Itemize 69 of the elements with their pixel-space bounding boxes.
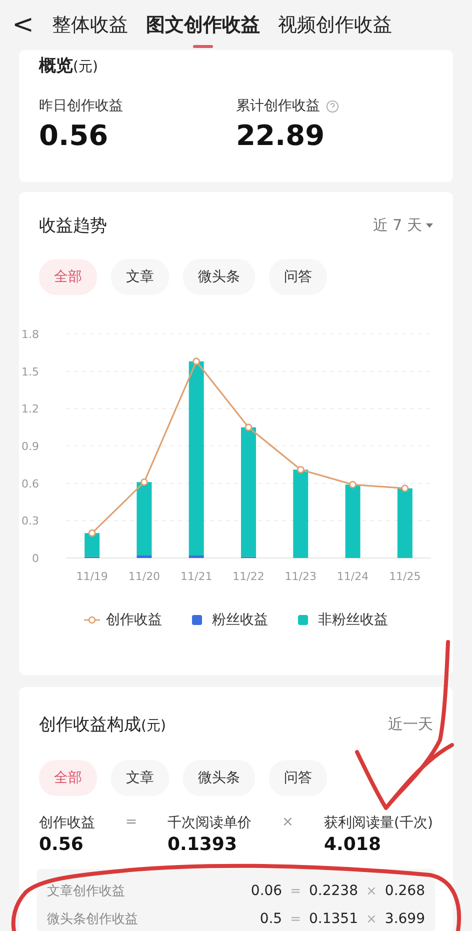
legend-swatch-icon xyxy=(298,615,308,625)
filter-chip[interactable]: 问答 xyxy=(269,760,327,796)
axis-label: 0.6 xyxy=(22,477,39,490)
operator: = xyxy=(125,814,138,832)
axis-label: 11/20 xyxy=(128,570,160,583)
point xyxy=(349,480,356,488)
tab[interactable]: 视频创作收益 xyxy=(278,0,392,50)
point xyxy=(140,478,148,486)
axis-label: 1.8 xyxy=(22,328,39,341)
tab[interactable]: 图文创作收益 xyxy=(146,0,260,50)
help-icon[interactable] xyxy=(326,100,339,112)
filter-chip[interactable]: 文章 xyxy=(111,760,169,796)
point xyxy=(88,529,96,537)
term-value: 0.56 xyxy=(39,834,84,855)
stat-value: 0.56 xyxy=(39,119,110,152)
card-title: 创作收益构成(元) xyxy=(39,714,166,736)
breakdown-value: 0.2238 xyxy=(309,883,358,899)
legend-label: 创作收益 xyxy=(106,611,162,629)
tab[interactable]: 整体收益 xyxy=(52,0,128,50)
stat-label: 昨日创作收益 xyxy=(39,97,123,115)
point xyxy=(192,358,200,366)
operator: × xyxy=(366,912,377,926)
legend-label: 非粉丝收益 xyxy=(318,611,388,629)
axis-label: 0.3 xyxy=(22,514,39,528)
breakdown-value: 0.5 xyxy=(260,911,282,927)
axis-label: 11/19 xyxy=(76,570,108,583)
range-selector[interactable]: 近一天 xyxy=(388,715,433,734)
axis-label: 0.9 xyxy=(22,440,39,453)
breakdown-label: 微头条创作收益 xyxy=(47,911,138,928)
operator: = xyxy=(290,912,301,926)
term-label: 创作收益 xyxy=(39,814,95,832)
term-value: 4.018 xyxy=(324,834,382,855)
card-title: 概览(元) xyxy=(39,55,99,77)
breakdown-value: 0.06 xyxy=(250,883,282,899)
caret-icon xyxy=(426,223,433,228)
point xyxy=(296,466,304,474)
axis-label: 11/21 xyxy=(180,570,212,583)
operator: = xyxy=(290,884,301,898)
term-label: 千次阅读单价 xyxy=(168,814,252,832)
axis-label: 1.2 xyxy=(22,402,39,416)
operator: × xyxy=(366,884,377,898)
axis-label: 0 xyxy=(32,552,39,565)
stat-value: 22.89 xyxy=(236,119,326,152)
breakdown-value: 3.699 xyxy=(384,911,425,927)
term-value: 0.1393 xyxy=(168,834,238,855)
back-button[interactable]: < xyxy=(12,10,34,40)
axis-label: 1.5 xyxy=(22,365,39,378)
point xyxy=(244,424,252,432)
breakdown-value: 0.268 xyxy=(384,883,425,899)
card-title: 收益趋势 xyxy=(39,215,107,237)
breakdown-value: 0.1351 xyxy=(309,911,358,927)
filter-chip[interactable]: 微头条 xyxy=(183,259,255,295)
point xyxy=(401,484,409,492)
legend-line-icon xyxy=(84,616,100,624)
legend-swatch-icon xyxy=(192,615,202,625)
bar xyxy=(397,488,412,558)
operator: × xyxy=(282,814,294,832)
axis-label: 11/22 xyxy=(232,570,264,583)
term-label: 获利阅读量(千次) xyxy=(324,814,433,832)
filter-chip[interactable]: 问答 xyxy=(269,259,327,295)
axis-label: 11/25 xyxy=(389,570,421,583)
axis-label: 11/24 xyxy=(336,570,369,583)
filter-chip[interactable]: 微头条 xyxy=(183,760,255,796)
range-dropdown[interactable]: 近 7 天 xyxy=(372,216,433,235)
filter-chip[interactable]: 文章 xyxy=(111,259,169,295)
stat-label: 累计创作收益 xyxy=(236,97,320,115)
legend-label: 粉丝收益 xyxy=(212,611,268,629)
axis-label: 11/23 xyxy=(284,570,316,583)
breakdown-label: 文章创作收益 xyxy=(47,883,125,900)
